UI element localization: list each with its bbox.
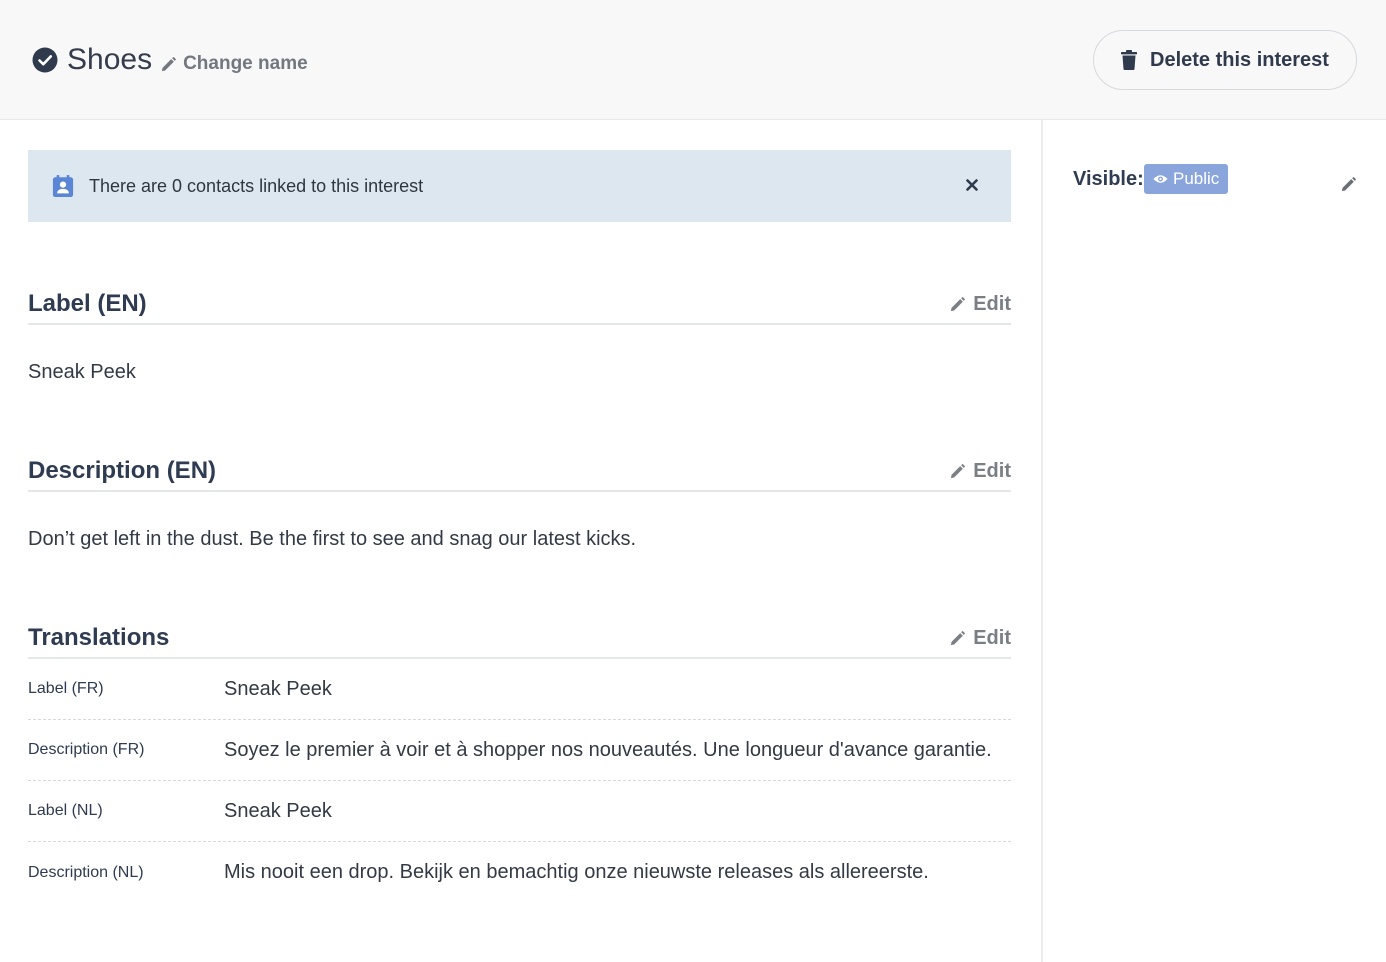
translation-key: Label (FR) [28,680,104,697]
pencil-icon [951,630,966,645]
delete-button-label: Delete this interest [1150,48,1329,71]
visible-label: Visible: [1073,168,1144,190]
translations-table: Label (FR) Sneak Peek Description (FR) S… [28,659,1011,903]
visibility-badge: Public [1144,164,1229,194]
edit-visibility-icon[interactable] [1341,177,1356,192]
section-header: Label (EN) Edit [28,285,1011,325]
change-name-label: Change name [183,53,308,74]
translation-value: Mis nooit een drop. Bekijk en bemachtig … [224,861,929,883]
translations-section: Translations Edit Label (FR) Sneak Peek … [28,619,1011,903]
description-en-section: Description (EN) Edit Don’t get left in … [28,452,1011,551]
delete-interest-button[interactable]: Delete this interest [1093,30,1357,90]
edit-label: Edit [973,292,1011,315]
table-row: Description (FR) Soyez le premier à voir… [28,720,1011,781]
page-title: Shoes [67,43,153,76]
edit-label: Edit [973,626,1011,649]
section-header: Description (EN) Edit [28,452,1011,492]
edit-description-button[interactable]: Edit [950,460,1011,483]
change-name-button[interactable]: Change name [161,53,308,75]
table-row: Label (FR) Sneak Peek [28,659,1011,720]
edit-label: Edit [973,459,1011,482]
table-row: Description (NL) Mis nooit een drop. Bek… [28,842,1011,903]
label-en-value: Sneak Peek [28,361,136,383]
check-circle-icon [32,47,58,73]
edit-label-button[interactable]: Edit [950,293,1011,316]
translation-key: Label (NL) [28,802,103,819]
close-icon[interactable] [966,179,978,191]
section-title: Label (EN) [28,290,147,317]
title-area: Shoes Change name [32,42,308,78]
edit-translations-button[interactable]: Edit [950,627,1011,650]
notice-text: There are 0 contacts linked to this inte… [89,175,424,196]
description-en-value: Don’t get left in the dust. Be the first… [28,528,637,550]
pencil-icon [951,296,966,311]
pencil-icon [951,463,966,478]
translation-value: Soyez le premier à voir et à shopper nos… [224,738,992,761]
translation-value: Sneak Peek [224,799,332,822]
table-row: Label (NL) Sneak Peek [28,781,1011,842]
label-en-section: Label (EN) Edit Sneak Peek [28,285,1011,384]
section-title: Translations [28,624,170,651]
pencil-icon [162,56,177,71]
contacts-notice: There are 0 contacts linked to this inte… [28,150,1011,222]
translation-value: Sneak Peek [224,677,332,700]
eye-icon [1153,175,1168,183]
sidebar-divider [1041,120,1043,962]
trash-icon [1121,50,1138,70]
contact-card-icon [52,175,74,197]
translation-key: Description (NL) [28,863,144,881]
section-title: Description (EN) [28,457,217,484]
translation-key: Description (FR) [28,741,145,758]
section-header: Translations Edit [28,619,1011,659]
visibility-badge-label: Public [1173,169,1220,188]
page-header: Shoes Change name Delete this interest [0,0,1386,120]
